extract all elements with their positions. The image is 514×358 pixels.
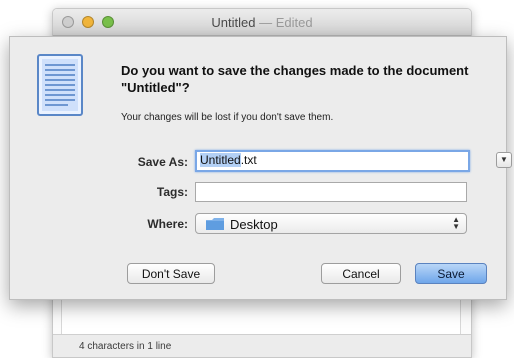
- tags-label: Tags:: [156, 185, 188, 199]
- window-title-separator: —: [255, 15, 276, 30]
- window-title-status: Edited: [275, 15, 313, 30]
- status-bar: 4 characters in 1 line: [53, 334, 471, 357]
- dont-save-button[interactable]: Don't Save: [127, 263, 215, 284]
- window-title-name: Untitled: [211, 15, 256, 30]
- popup-arrows-icon: ▲ ▼: [452, 215, 460, 231]
- window-titlebar: Untitled — Edited: [53, 9, 471, 36]
- cancel-button[interactable]: Cancel: [321, 263, 401, 284]
- where-label: Where:: [147, 217, 188, 231]
- where-popup-value: Desktop: [230, 217, 278, 232]
- save-as-field[interactable]: Untitled.txt: [195, 150, 470, 172]
- sheet-subtext: Your changes will be lost if you don't s…: [121, 112, 334, 123]
- save-changes-sheet: Do you want to save the changes made to …: [9, 36, 512, 300]
- save-button[interactable]: Save: [415, 263, 487, 284]
- status-text: 4 characters in 1 line: [79, 341, 172, 352]
- folder-icon: [206, 218, 224, 230]
- save-as-label: Save As:: [137, 155, 188, 169]
- tags-field[interactable]: [195, 182, 467, 202]
- textedit-document-icon: [37, 54, 83, 116]
- sheet-heading: Do you want to save the changes made to …: [121, 63, 469, 95]
- where-popup[interactable]: Desktop ▲ ▼: [195, 213, 467, 234]
- expand-dialog-button[interactable]: ▼: [496, 152, 512, 168]
- save-as-selected-text: Untitled: [200, 153, 241, 167]
- save-as-extension-text: .txt: [240, 153, 257, 167]
- window-title: Untitled — Edited: [53, 15, 471, 30]
